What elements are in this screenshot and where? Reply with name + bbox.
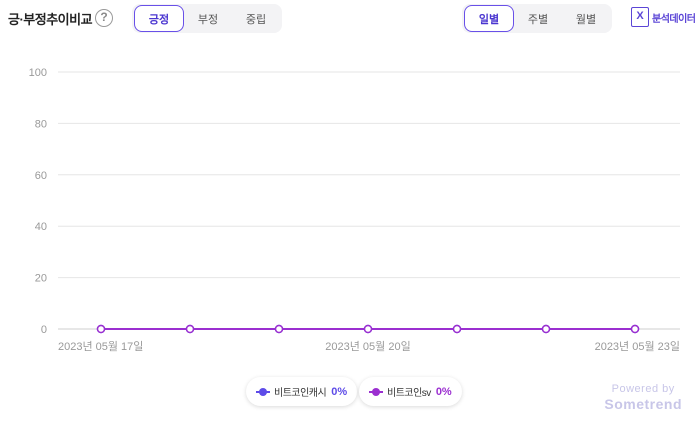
y-tick-label: 0 [41, 324, 47, 336]
period-toggle: 일별 주별 월별 [462, 4, 612, 33]
data-point-series-2 [274, 324, 284, 334]
y-tick-label: 60 [35, 170, 47, 182]
tab-positive[interactable]: 긍정 [134, 5, 184, 32]
legend-marker-series-2 [369, 387, 383, 396]
tab-weekly[interactable]: 주별 [514, 5, 562, 32]
chart-header: 긍·부정추이비교 ? 긍정 부정 중립 일별 주별 월별 X 분석데이터 [0, 0, 700, 40]
legend-value: 0% [435, 385, 452, 398]
y-tick-label: 20 [35, 273, 47, 285]
y-tick-label: 100 [29, 67, 47, 79]
x-tick-label: 2023년 05월 17일 [58, 339, 143, 353]
legend-value: 0% [331, 385, 348, 398]
excel-icon: X [631, 7, 649, 27]
data-point-series-2 [452, 324, 462, 334]
help-icon[interactable]: ? [95, 9, 113, 27]
tab-negative[interactable]: 부정 [184, 5, 232, 32]
powered-by-text: Powered by [611, 383, 675, 395]
data-point-series-2 [363, 324, 373, 334]
legend-marker-series-1 [256, 387, 270, 396]
download-data-button[interactable]: X 분석데이터 [631, 7, 696, 27]
download-data-label: 분석데이터 [652, 13, 696, 25]
x-tick-label: 2023년 05월 20일 [325, 339, 410, 353]
data-point-series-2 [541, 324, 551, 334]
brand-logo: Sometrend [604, 396, 682, 412]
tab-monthly[interactable]: 월별 [562, 5, 610, 32]
data-point-series-2 [185, 324, 195, 334]
legend-item-series-1[interactable]: 비트코인캐시 0% [246, 377, 358, 406]
legend-item-series-2[interactable]: 비트코인sv 0% [359, 377, 462, 406]
data-point-series-2 [96, 324, 106, 334]
trend-chart: 100 80 60 40 20 0 2023년 05월 17일 2023년 05월 20일 20… [29, 67, 680, 353]
tab-daily[interactable]: 일별 [464, 5, 514, 32]
legend-label: 비트코인캐시 [274, 388, 327, 399]
chart-title: 긍·부정추이비교 [8, 12, 93, 27]
tab-neutral[interactable]: 중립 [232, 5, 280, 32]
data-point-series-2 [630, 324, 640, 334]
powered-by-logo: Powered by Sometrend [604, 383, 682, 412]
y-tick-label: 40 [35, 221, 47, 233]
legend-label: 비트코인sv [387, 388, 431, 399]
x-tick-label: 2023년 05월 23일 [595, 339, 680, 353]
y-tick-label: 80 [35, 118, 47, 130]
sentiment-toggle: 긍정 부정 중립 [132, 4, 282, 33]
